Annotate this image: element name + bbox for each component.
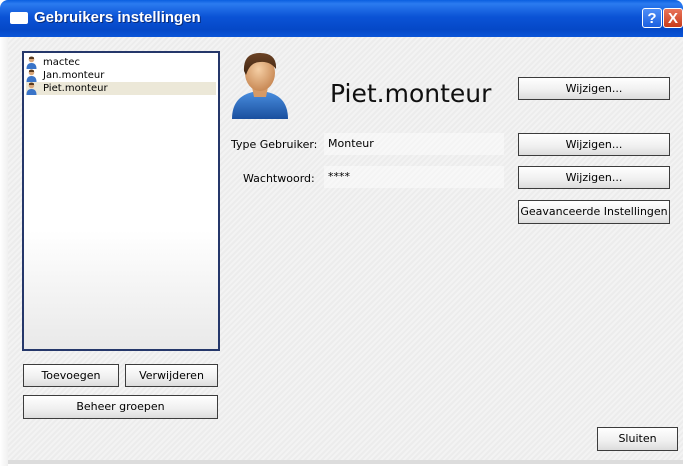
avatar-icon xyxy=(232,53,288,119)
change-name-button[interactable]: Wijzigen... xyxy=(518,77,670,100)
user-list[interactable]: mactec Jan.monteur Piet.monteur xyxy=(22,51,220,351)
user-label: mactec xyxy=(43,57,80,68)
user-label: Piet.monteur xyxy=(43,83,108,94)
add-user-button[interactable]: Toevoegen xyxy=(23,364,119,387)
password-value: **** xyxy=(324,166,504,188)
list-item-user-selected[interactable]: Piet.monteur xyxy=(26,82,216,95)
dialog-body: mactec Jan.monteur Piet.monteur Toevoege… xyxy=(8,37,683,464)
user-type-label: Type Gebruiker: xyxy=(231,138,318,151)
remove-user-button[interactable]: Verwijderen xyxy=(125,364,218,387)
close-dialog-button[interactable]: Sluiten xyxy=(597,427,678,451)
user-icon xyxy=(26,69,37,82)
help-button[interactable]: ? xyxy=(642,8,662,28)
change-type-button[interactable]: Wijzigen... xyxy=(518,133,670,156)
password-label: Wachtwoord: xyxy=(243,172,315,185)
close-button[interactable]: X xyxy=(663,8,683,28)
list-item-user[interactable]: Jan.monteur xyxy=(26,69,216,82)
window-title: Gebruikers instellingen xyxy=(34,9,201,26)
selected-username: Piet.monteur xyxy=(330,79,492,108)
title-bar[interactable]: Gebruikers instellingen ? X xyxy=(0,0,683,37)
user-label: Jan.monteur xyxy=(43,70,105,81)
manage-groups-button[interactable]: Beheer groepen xyxy=(23,395,218,419)
user-type-value: Monteur xyxy=(324,133,504,155)
window-frame xyxy=(0,37,8,466)
user-icon xyxy=(26,56,37,69)
user-settings-window: Gebruikers instellingen ? X mactec Jan.m… xyxy=(0,0,683,466)
window-icon xyxy=(10,12,28,24)
list-item-user[interactable]: mactec xyxy=(26,56,216,69)
user-icon xyxy=(26,82,37,95)
change-password-button[interactable]: Wijzigen... xyxy=(518,166,670,189)
advanced-settings-button[interactable]: Geavanceerde Instellingen xyxy=(518,200,670,224)
